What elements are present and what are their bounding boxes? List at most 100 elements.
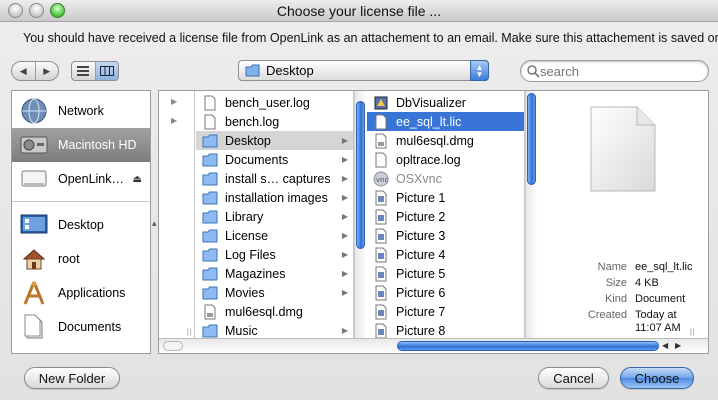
sidebar-item-label: Macintosh HD <box>58 138 137 152</box>
file-row-label: Picture 7 <box>396 304 446 319</box>
scroll-thumb[interactable] <box>356 101 365 249</box>
sidebar-item-openlink[interactable]: OpenLink… ⏏ <box>12 162 150 196</box>
folder-icon <box>202 247 218 263</box>
new-folder-button[interactable]: New Folder <box>24 367 120 389</box>
sidebar-item-desktop[interactable]: Desktop <box>12 208 150 242</box>
file-row[interactable]: install s… captures ▶ <box>196 169 353 188</box>
file-row[interactable]: Picture 1 <box>367 188 524 207</box>
file-row[interactable]: Magazines ▶ <box>196 264 353 283</box>
hard-drive-icon <box>20 131 48 159</box>
file-row[interactable]: Picture 6 <box>367 283 524 302</box>
file-row[interactable]: Picture 2 <box>367 207 524 226</box>
desktop-icon <box>20 211 48 239</box>
forward-button[interactable]: ▶ <box>34 62 59 80</box>
file-row[interactable]: Desktop ▶ <box>196 131 353 150</box>
forward-arrow-icon: ▶ <box>43 65 51 76</box>
location-popup[interactable]: Desktop ▲ ▼ <box>238 60 489 81</box>
file-row[interactable]: mul6esql.dmg <box>367 131 524 150</box>
file-row[interactable]: Log Files ▶ <box>196 245 353 264</box>
sidebar-item-root[interactable]: root <box>12 242 150 276</box>
column-2-scrollbar[interactable] <box>354 91 366 338</box>
choose-button[interactable]: Choose <box>620 367 694 389</box>
picture-icon <box>373 190 389 206</box>
file-row-label: mul6esql.dmg <box>225 304 303 319</box>
horizontal-scroll-thumb[interactable] <box>397 341 659 351</box>
back-button[interactable]: ◀ <box>12 62 35 80</box>
disclosure-arrow-icon: ▶ <box>341 174 348 183</box>
file-row[interactable]: installation images ▶ <box>196 188 353 207</box>
column-3-scrollbar[interactable] <box>525 91 537 338</box>
folder-icon <box>202 190 218 206</box>
file-row[interactable]: Picture 8 <box>367 321 524 338</box>
file-row[interactable]: Picture 3 <box>367 226 524 245</box>
file-row[interactable]: DbVisualizer <box>367 93 524 112</box>
file-row-label: Log Files <box>225 247 276 262</box>
preview-size-value: 4 KB <box>635 277 659 289</box>
sidebar-item-network[interactable]: Network <box>12 94 150 128</box>
file-row[interactable]: Picture 4 <box>367 245 524 264</box>
file-row[interactable]: License ▶ <box>196 226 353 245</box>
file-row-label: Desktop <box>225 133 271 148</box>
disclosure-arrow-icon: ▶ <box>171 97 178 106</box>
back-forward-control: ◀ ▶ <box>11 61 59 81</box>
file-row-label: Picture 3 <box>396 228 446 243</box>
sidebar-item-label: Applications <box>58 286 126 300</box>
file-row[interactable]: Movies ▶ <box>196 283 353 302</box>
sidebar-resize-handle[interactable]: ▴ <box>152 218 157 229</box>
preview-kind-value: Document <box>635 293 686 305</box>
sidebar-divider <box>12 201 150 202</box>
file-row-label: opltrace.log <box>396 152 461 167</box>
sidebar-item-applications[interactable]: Applications <box>12 276 150 310</box>
vnc-app-icon: vnc <box>373 171 389 187</box>
file-row[interactable]: Library ▶ <box>196 207 353 226</box>
file-row-label: Music <box>225 323 258 338</box>
picture-icon <box>373 266 389 282</box>
file-row-label: Picture 6 <box>396 285 446 300</box>
file-row[interactable]: bench.log <box>196 112 353 131</box>
disclosure-arrow-icon: ▶ <box>171 116 178 125</box>
search-input[interactable] <box>540 63 690 79</box>
sidebar-item-macintosh-hd[interactable]: Macintosh HD <box>12 128 150 162</box>
horizontal-scrollbar[interactable]: ◀ ▶ <box>159 338 708 353</box>
file-row[interactable]: bench_user.log <box>196 93 353 112</box>
cancel-button[interactable]: Cancel <box>538 367 609 389</box>
file-row-label: install s… captures <box>225 171 331 186</box>
preview-created-line: 11:07 AM <box>635 322 681 334</box>
file-row[interactable]: ee_sql_lt.lic <box>367 112 524 131</box>
column-resize-grip[interactable]: || <box>187 329 193 336</box>
file-row-label: License <box>225 228 269 243</box>
folder-icon <box>202 228 218 244</box>
search-field[interactable] <box>520 60 709 82</box>
file-row[interactable]: Documents ▶ <box>196 150 353 169</box>
preview-created-line: Today at <box>635 309 677 321</box>
documents-icon <box>20 313 48 341</box>
file-row[interactable]: Picture 5 <box>367 264 524 283</box>
list-view-button[interactable] <box>72 62 95 80</box>
file-row[interactable]: mul6esql.dmg <box>196 302 353 321</box>
file-row-label: mul6esql.dmg <box>396 133 474 148</box>
file-row[interactable]: opltrace.log <box>367 150 524 169</box>
folder-icon <box>202 285 218 301</box>
sidebar-item-label: Desktop <box>58 218 104 232</box>
file-row[interactable]: Picture 7 <box>367 302 524 321</box>
file-row-label: Picture 8 <box>396 323 446 338</box>
sidebar-item-label: OpenLink… <box>58 172 125 186</box>
scroll-right-arrow-icon[interactable]: ▶ <box>675 341 681 350</box>
preview-created-value: Today at 11:07 AM <box>635 309 681 335</box>
column-view-icon <box>99 66 114 76</box>
eject-icon[interactable]: ⏏ <box>133 174 142 185</box>
sidebar-item-label: Documents <box>58 320 122 334</box>
search-icon <box>527 64 540 78</box>
column-resize-grip[interactable]: || <box>690 329 696 336</box>
sidebar-item-label: Network <box>58 104 104 118</box>
picture-icon <box>373 209 389 225</box>
file-row[interactable]: vnc OSXvnc <box>367 169 524 188</box>
sidebar-item-label: root <box>58 252 80 266</box>
column-view-button[interactable] <box>94 62 118 80</box>
preview-pane: Name ee_sql_lt.lic Size 4 KB Kind Docume… <box>565 91 708 338</box>
scroll-thumb[interactable] <box>527 93 536 185</box>
scroll-left-arrow-icon[interactable]: ◀ <box>662 341 668 350</box>
instruction-message: You should have received a license file … <box>23 31 718 45</box>
sidebar-item-documents[interactable]: Documents <box>12 310 150 344</box>
file-row[interactable]: Music ▶ <box>196 321 353 338</box>
